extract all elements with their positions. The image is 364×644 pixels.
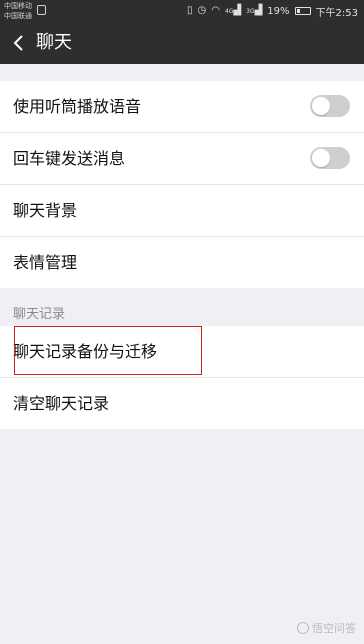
nav-bar: 聊天	[0, 22, 364, 64]
setting-label: 使用听筒播放语音	[13, 97, 142, 116]
carrier-1: 中国移动	[4, 2, 32, 10]
settings-group-chat-history: 聊天记录备份与迁移 清空聊天记录	[0, 326, 364, 429]
signal-2-icon: 3G▟	[246, 4, 263, 16]
back-chevron-icon[interactable]	[12, 34, 26, 52]
toggle-knob	[312, 97, 330, 115]
settings-group-general: 使用听筒播放语音 回车键发送消息 聊天背景 表情管理	[0, 81, 364, 288]
setting-label: 聊天背景	[13, 201, 78, 220]
setting-row-enter-send[interactable]: 回车键发送消息	[0, 133, 364, 185]
clock: 下午2:53	[315, 7, 358, 19]
watermark: 悟空问答	[297, 620, 356, 636]
status-icons: ▯ ◷ ◠ 4G▟ 3G▟ 19% 下午2:53	[187, 0, 358, 22]
battery-icon	[294, 7, 311, 15]
toggle-knob	[312, 149, 330, 167]
watermark-logo-icon	[297, 622, 309, 634]
section-header-chat-history: 聊天记录	[13, 307, 66, 322]
setting-row-backup-migrate[interactable]: 聊天记录备份与迁移	[0, 326, 364, 378]
enter-send-toggle[interactable]	[310, 147, 350, 169]
setting-row-earpiece[interactable]: 使用听筒播放语音	[0, 81, 364, 133]
notification-icon	[37, 5, 46, 15]
battery-percent: 19%	[267, 5, 290, 17]
page-title: 聊天	[36, 32, 72, 53]
signal-1-icon: 4G▟	[224, 4, 242, 16]
vibrate-icon: ▯	[186, 5, 193, 16]
status-bar: 中国移动 中国联通 ▯ ◷ ◠ 4G▟ 3G▟ 19% 下午2:53	[0, 0, 364, 22]
carrier-info: 中国移动 中国联通	[4, 1, 32, 21]
setting-row-clear-history[interactable]: 清空聊天记录	[0, 378, 364, 429]
wifi-icon: ◠	[211, 5, 220, 16]
setting-row-chat-background[interactable]: 聊天背景	[0, 185, 364, 237]
alarm-icon: ◷	[197, 5, 207, 16]
earpiece-toggle[interactable]	[310, 95, 350, 117]
setting-label: 聊天记录备份与迁移	[13, 342, 158, 361]
setting-label: 清空聊天记录	[13, 394, 110, 413]
setting-label: 回车键发送消息	[13, 149, 126, 168]
watermark-text: 悟空问答	[312, 622, 356, 635]
carrier-2: 中国联通	[4, 12, 32, 20]
setting-label: 表情管理	[13, 253, 78, 272]
setting-row-sticker-management[interactable]: 表情管理	[0, 237, 364, 288]
